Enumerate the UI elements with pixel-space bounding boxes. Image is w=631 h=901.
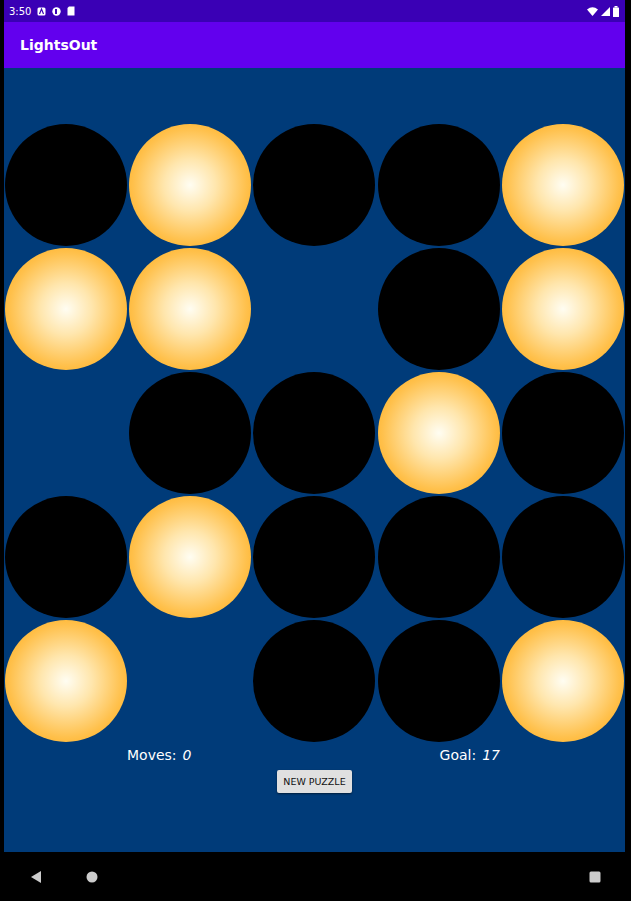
light-button[interactable] <box>502 620 624 742</box>
app-bar: LightsOut <box>4 22 625 68</box>
board-cell[interactable] <box>252 371 376 495</box>
light-button[interactable] <box>5 620 127 742</box>
light-button[interactable] <box>129 372 251 494</box>
board-cell[interactable] <box>4 619 128 743</box>
goal-counter: Goal: 17 <box>315 746 626 764</box>
home-icon[interactable] <box>86 871 98 883</box>
sd-card-icon <box>67 6 75 16</box>
light-button[interactable] <box>378 248 500 370</box>
light-button[interactable] <box>502 248 624 370</box>
stat-value: 0 <box>183 747 192 763</box>
status-bar: 3:50 <box>4 0 625 22</box>
board-cell[interactable] <box>128 495 252 619</box>
board-cell[interactable] <box>377 371 501 495</box>
notification-icon <box>37 7 46 16</box>
board-cell[interactable] <box>377 619 501 743</box>
light-button[interactable] <box>129 248 251 370</box>
status-left: 3:50 <box>9 6 75 17</box>
moves-counter: Moves: 0 <box>4 746 315 764</box>
board-cell[interactable] <box>128 123 252 247</box>
light-button[interactable] <box>378 372 500 494</box>
light-button[interactable] <box>5 496 127 618</box>
board-cell[interactable] <box>128 247 252 371</box>
button-row: NEW PUZZLE <box>4 770 625 793</box>
board-cell[interactable] <box>4 495 128 619</box>
light-button[interactable] <box>502 496 624 618</box>
light-button[interactable] <box>378 496 500 618</box>
light-button[interactable] <box>253 124 375 246</box>
notification-icon <box>52 7 61 16</box>
board-cell[interactable] <box>252 123 376 247</box>
board-cell[interactable] <box>501 495 625 619</box>
board-cell[interactable] <box>377 495 501 619</box>
light-button[interactable] <box>129 496 251 618</box>
status-time: 3:50 <box>9 6 31 17</box>
board-cell <box>128 619 252 743</box>
light-button[interactable] <box>253 496 375 618</box>
board-cell[interactable] <box>377 247 501 371</box>
new-puzzle-button[interactable]: NEW PUZZLE <box>277 770 351 793</box>
board-cell[interactable] <box>252 495 376 619</box>
board-cell[interactable] <box>4 123 128 247</box>
board-cell[interactable] <box>252 619 376 743</box>
navigation-bar <box>4 852 625 901</box>
board-cell[interactable] <box>501 247 625 371</box>
board-cell[interactable] <box>501 123 625 247</box>
recents-icon[interactable] <box>589 871 601 883</box>
board-cell[interactable] <box>501 371 625 495</box>
board-cell[interactable] <box>377 123 501 247</box>
stat-label: Goal: <box>440 747 477 763</box>
board-cell <box>4 371 128 495</box>
stat-label: Moves: <box>127 747 177 763</box>
wifi-icon <box>587 7 598 16</box>
board-cell[interactable] <box>128 371 252 495</box>
game-area: Moves: 0 Goal: 17 NEW PUZZLE <box>4 68 625 852</box>
board-cell[interactable] <box>4 247 128 371</box>
signal-icon <box>601 7 610 16</box>
app-title: LightsOut <box>20 37 97 53</box>
light-button[interactable] <box>253 620 375 742</box>
light-button[interactable] <box>502 124 624 246</box>
status-right <box>587 6 619 17</box>
light-board <box>4 123 625 743</box>
board-cell[interactable] <box>501 619 625 743</box>
light-button[interactable] <box>5 124 127 246</box>
light-button[interactable] <box>5 248 127 370</box>
light-button[interactable] <box>253 372 375 494</box>
stat-value: 17 <box>482 747 500 763</box>
back-icon[interactable] <box>30 870 42 884</box>
light-button[interactable] <box>502 372 624 494</box>
light-button[interactable] <box>378 620 500 742</box>
light-button[interactable] <box>378 124 500 246</box>
light-button[interactable] <box>129 124 251 246</box>
stats-row: Moves: 0 Goal: 17 <box>4 746 625 764</box>
board-cell <box>252 247 376 371</box>
battery-icon <box>613 6 619 17</box>
